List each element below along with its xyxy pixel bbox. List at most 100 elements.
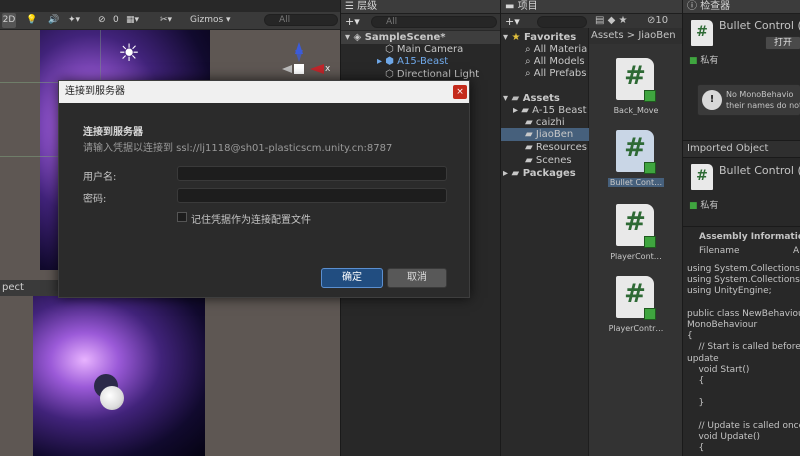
assets-label: Assets — [522, 93, 560, 104]
asset-item[interactable]: # PlayerCont… — [589, 202, 683, 262]
hierarchy-search-placeholder: All — [386, 17, 398, 27]
project-tab-label: 项目 — [517, 1, 538, 12]
code-line: using System.Collections; — [687, 264, 800, 274]
sun-light-icon[interactable]: ☀ — [116, 40, 142, 66]
script-hash: # — [624, 61, 646, 91]
close-button[interactable]: × — [453, 85, 467, 99]
imported-private-toggle[interactable]: ■ 私有 — [689, 198, 718, 211]
favorites-label: Favorites — [523, 32, 577, 43]
asset-item-selected[interactable]: # Bullet Cont… — [589, 128, 683, 192]
filter-icons[interactable]: ▤ ◆ ★ — [595, 15, 627, 26]
warning-text: their names do not — [726, 101, 800, 110]
search-icon: ⌕ — [525, 68, 531, 79]
effects-icon[interactable]: ✦▾ — [68, 13, 80, 28]
background-sprite-lower — [33, 296, 205, 456]
gameobject-icon: ⬡ — [385, 69, 394, 80]
folder-label: JiaoBen — [535, 129, 574, 140]
create-button[interactable]: +▾ — [505, 15, 520, 28]
password-label: 密码: — [83, 194, 107, 205]
open-button[interactable]: 打开 — [765, 36, 800, 50]
username-field[interactable] — [177, 166, 447, 181]
tools-icon[interactable]: ✂▾ — [160, 13, 172, 28]
audio-icon[interactable]: 🔊 — [48, 13, 59, 28]
project-search-input[interactable] — [537, 16, 587, 28]
tab-inspector[interactable]: ⓘ 检查器 — [683, 0, 800, 14]
code-line: // Start is called before — [687, 342, 800, 353]
asset-item[interactable]: # Back_Move — [589, 58, 683, 118]
favorite-item-label: All Models — [533, 56, 585, 67]
tab-hierarchy[interactable]: ☰ 层级 — [341, 0, 501, 14]
lighting-icon[interactable]: 💡 — [26, 13, 37, 28]
filename-value: A — [793, 246, 800, 256]
inspector-object-name: Bullet Control (M — [719, 19, 800, 32]
gizmos-label: Gizmos — [190, 15, 224, 25]
dialog-title: 连接到服务器 — [59, 81, 469, 103]
breadcrumb-leaf[interactable]: JiaoBen — [638, 30, 675, 41]
project-asset-grid: Assets > JiaoBen # Back_Move # Bullet Co… — [589, 28, 683, 456]
private-label: 私有 — [700, 56, 719, 66]
folder-item-selected[interactable]: ▰ JiaoBen — [501, 128, 589, 141]
divider — [683, 226, 800, 227]
code-line: update — [687, 353, 719, 364]
folder-item[interactable]: ▰ Resources — [525, 141, 587, 154]
2d-toggle-button[interactable]: 2D — [2, 13, 16, 28]
hidden-packages-count: 10 — [655, 15, 669, 26]
hierarchy-item-a15-beast[interactable]: ▸ ⬢ A15-Beast — [377, 55, 448, 68]
private-toggle[interactable]: ■ 私有 — [689, 53, 718, 66]
csharp-script-icon: # — [616, 276, 656, 320]
password-field[interactable] — [177, 188, 447, 203]
folder-item[interactable]: ▰ Scenes — [525, 154, 572, 167]
info-icon: ⓘ — [687, 1, 697, 12]
cancel-button[interactable]: 取消 — [387, 268, 447, 288]
folder-label: A-15 Beast — [532, 105, 587, 116]
script-asset-icon: # — [691, 164, 713, 190]
breadcrumb-root[interactable]: Assets — [591, 30, 624, 41]
folder-icon: ▬ — [505, 1, 515, 12]
warning-text: No MonoBehavio — [726, 90, 794, 99]
inspector-panel: ⓘ 检查器 # Bullet Control (M 打开 ■ 私有 ! No M… — [682, 0, 800, 456]
vcs-status-badge — [644, 162, 656, 174]
gizmos-dropdown[interactable]: Gizmos ▾ — [190, 13, 231, 28]
warning-icon: ! — [702, 90, 722, 110]
confirm-button[interactable]: 确定 — [321, 268, 383, 288]
scene-top-strip — [0, 0, 340, 12]
hierarchy-item-label: A15-Beast — [397, 56, 449, 67]
code-line: { — [687, 376, 705, 387]
folder-icon: ▰ — [525, 142, 533, 153]
search-icon: ⌕ — [525, 44, 531, 55]
add-button[interactable]: +▾ — [345, 15, 360, 28]
ball-object[interactable] — [100, 386, 124, 410]
csharp-script-icon: # — [616, 204, 656, 248]
visibility-icon[interactable]: ⊘ — [98, 13, 106, 28]
remember-label: 记住凭据作为连接配置文件 — [191, 215, 311, 226]
hidden-packages-icon[interactable]: ⊘10 — [647, 15, 668, 26]
tab-project[interactable]: ▬ 项目 — [501, 0, 683, 14]
lock-badge-icon: ■ — [689, 56, 698, 66]
imported-object-header: Imported Object — [683, 140, 800, 158]
folder-label: caizhi — [535, 117, 565, 128]
code-line: MonoBehaviour — [687, 320, 758, 331]
asset-item[interactable]: # PlayerContr… — [589, 274, 683, 334]
code-line: void Start() — [687, 364, 750, 375]
grid-icon[interactable]: ▦▾ — [126, 13, 139, 28]
packages-node[interactable]: ▸ ▰ Packages — [503, 167, 576, 180]
favorite-item[interactable]: ⌕ All Prefabs — [525, 67, 586, 80]
code-line: using UnityEngine; — [687, 286, 772, 297]
project-panel: ▬ 项目 +▾ ▤ ◆ ★ ⊘10 ▾ ★ Favorites ⌕ All Ma… — [500, 0, 683, 456]
private-label: 私有 — [700, 201, 719, 211]
code-line: { — [687, 331, 693, 342]
code-line: { — [687, 443, 705, 454]
asset-label: PlayerCont… — [610, 252, 662, 261]
asset-label: Bullet Cont… — [608, 178, 664, 187]
remember-checkbox[interactable] — [177, 212, 187, 222]
hierarchy-item-label: Main Camera — [396, 44, 464, 55]
scene-search-input[interactable]: All — [264, 14, 338, 26]
folder-label: Scenes — [535, 155, 572, 166]
code-line: public class NewBehaviour — [687, 308, 800, 319]
asset-label: Back_Move — [613, 106, 659, 115]
hierarchy-search-input[interactable]: All — [371, 16, 497, 28]
script-asset-icon: # — [691, 20, 713, 46]
folder-icon: ▰ — [525, 117, 533, 128]
